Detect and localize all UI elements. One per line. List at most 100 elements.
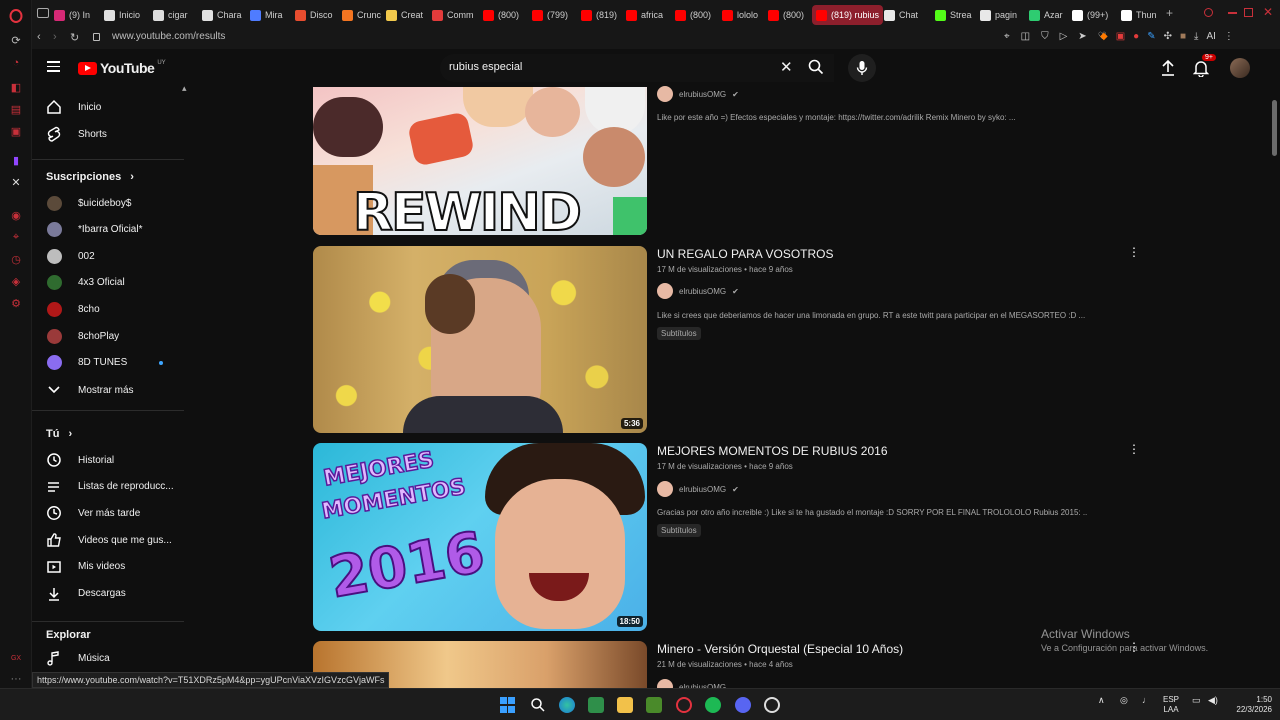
subscription-item[interactable]: 8choPlay xyxy=(46,325,186,347)
video-thumbnail[interactable]: MEJORES MOMENTOS 2016 18:50 xyxy=(313,443,647,631)
search-query[interactable]: rubius especial xyxy=(449,61,522,73)
edge-icon[interactable] xyxy=(559,697,575,713)
video-thumbnail[interactable]: 5:36 xyxy=(313,246,647,433)
spotify-icon[interactable] xyxy=(705,697,721,713)
ai-icon[interactable]: AI xyxy=(1206,31,1215,42)
gx-control-icon[interactable]: ◧ xyxy=(8,79,24,95)
steam-icon[interactable] xyxy=(764,697,780,713)
file-explorer-icon[interactable] xyxy=(617,697,633,713)
video-title[interactable]: Minero - Versión Orquestal (Especial 10 … xyxy=(657,642,903,656)
browser-tab[interactable]: Crunc xyxy=(342,5,381,25)
scroll-up-icon[interactable]: ▴ xyxy=(182,83,187,94)
browser-tab[interactable]: lololo xyxy=(722,5,758,25)
browser-tab[interactable]: (800) xyxy=(483,5,519,25)
search-taskbar-icon[interactable] xyxy=(530,697,546,713)
sidebar-item[interactable]: Descargas xyxy=(46,583,186,605)
close-window-icon[interactable]: ✕ xyxy=(1263,5,1273,19)
minecraft-icon[interactable] xyxy=(646,697,662,713)
volume-icon[interactable]: ◀) xyxy=(1208,695,1218,705)
browser-tab[interactable]: (9) In xyxy=(54,5,90,25)
clock-icon[interactable]: ◷ xyxy=(8,251,24,267)
browser-tab[interactable]: Azar xyxy=(1029,5,1063,25)
clear-search-icon[interactable]: ✕ xyxy=(780,58,793,76)
sidebar-item[interactable]: Ver más tarde xyxy=(46,502,186,524)
x-icon[interactable]: ✕ xyxy=(8,174,24,190)
more-icon[interactable]: ··· xyxy=(8,671,24,687)
channel-link[interactable]: elrubiusOMG ✔ xyxy=(657,86,739,102)
tv-icon[interactable]: ▣ xyxy=(8,123,24,139)
channel-link[interactable]: elrubiusOMG ✔ xyxy=(657,283,739,299)
extension-block-icon[interactable]: ● xyxy=(1133,31,1139,42)
opera-gx-taskbar-icon[interactable] xyxy=(676,697,692,713)
twitch-icon[interactable]: ▮ xyxy=(8,152,24,168)
settings-icon[interactable]: ⚙ xyxy=(8,295,24,311)
profile-avatar-icon[interactable]: ■ xyxy=(1180,31,1186,42)
subscription-item[interactable]: 8cho xyxy=(46,298,186,320)
search-tabs-icon[interactable] xyxy=(1204,8,1213,17)
extension-puzzle-icon[interactable]: ✣ xyxy=(1164,31,1172,42)
notifications-icon[interactable]: 9+ xyxy=(1192,54,1216,82)
browser-tab[interactable]: cigar xyxy=(153,5,188,25)
language-indicator[interactable]: ESP LAA xyxy=(1163,695,1179,715)
browser-tab[interactable]: Disco xyxy=(295,5,333,25)
account-avatar[interactable] xyxy=(1230,58,1250,78)
menu-icon[interactable]: ⋮ xyxy=(1224,31,1234,42)
sidebar-item[interactable]: Mis videos xyxy=(46,556,186,578)
browser-tab[interactable]: pagin xyxy=(980,5,1017,25)
subscription-item[interactable]: $uicideboy$ xyxy=(46,192,186,214)
channel-link[interactable]: elrubiusOMG ✔ xyxy=(657,481,739,497)
page-scrollbar[interactable] xyxy=(1272,100,1277,156)
clock[interactable]: 1:50 22/3/2026 xyxy=(1226,695,1272,715)
browser-tab[interactable]: (799) xyxy=(532,5,568,25)
speed-dial-icon[interactable]: ◔ xyxy=(8,55,24,71)
shield-icon[interactable]: ⛉ xyxy=(1041,31,1049,42)
upload-icon[interactable] xyxy=(1160,59,1176,82)
subscription-item[interactable]: 8D TUNES xyxy=(46,352,186,374)
subscription-item[interactable]: *Ibarra Oficial* xyxy=(46,219,186,241)
browser-tab[interactable]: Chat xyxy=(884,5,918,25)
browser-tab[interactable]: Comm xyxy=(432,5,474,25)
pin-icon[interactable]: ⌖ xyxy=(8,229,24,245)
sidebar-item[interactable]: Shorts xyxy=(46,123,186,145)
subscription-item[interactable]: 002 xyxy=(46,245,186,267)
player-icon[interactable]: ◉ xyxy=(8,207,24,223)
download-browser-icon[interactable]: ⤓ xyxy=(1194,31,1198,42)
opera-logo-icon[interactable] xyxy=(8,8,24,24)
workspaces-icon[interactable] xyxy=(37,8,49,18)
browser-tab[interactable]: Thun xyxy=(1121,5,1157,25)
reload-page-icon[interactable]: ↻ xyxy=(70,31,79,44)
sidebar-item[interactable]: Listas de reproducc... xyxy=(46,476,186,498)
sidebar-item[interactable]: Música xyxy=(46,647,186,669)
browser-tab[interactable]: Chara xyxy=(202,5,242,25)
browser-tab[interactable]: Inicio xyxy=(104,5,140,25)
reload-icon[interactable]: ⟳ xyxy=(8,32,24,48)
cube-icon[interactable]: ◈ xyxy=(8,273,24,289)
browser-tab[interactable]: (819) rubius xyxy=(812,5,884,25)
sidebar-item[interactable]: Videos que me gus... xyxy=(46,529,186,551)
tray-app-icon[interactable]: ◎ xyxy=(1120,695,1128,705)
extension-mail-icon[interactable]: ▣ xyxy=(1116,31,1125,42)
browser-tab[interactable]: Strea xyxy=(935,5,972,25)
browser-tab[interactable]: (800) xyxy=(675,5,711,25)
you-heading[interactable]: Tú › xyxy=(46,428,72,440)
search-input[interactable]: rubius especial ✕ xyxy=(440,54,834,82)
send-icon[interactable]: ➤ xyxy=(1078,31,1086,42)
more-actions-icon[interactable]: ⋮ xyxy=(1128,442,1140,456)
browser-tab[interactable]: (800) xyxy=(768,5,804,25)
browser-tab[interactable]: africa xyxy=(626,5,663,25)
back-icon[interactable]: ‹ xyxy=(37,31,41,43)
show-more-button[interactable]: Mostrar más xyxy=(46,379,186,401)
extension-fire-icon[interactable]: ◆ xyxy=(1100,31,1108,42)
network-icon[interactable]: ▭ xyxy=(1192,695,1201,705)
minimize-icon[interactable] xyxy=(1228,12,1237,14)
play-icon[interactable]: ▷ xyxy=(1060,31,1068,42)
subscriptions-heading[interactable]: Suscripciones › xyxy=(46,171,134,183)
tray-expand-icon[interactable]: ∧ xyxy=(1098,695,1105,705)
start-icon[interactable] xyxy=(500,697,516,713)
gx-icon[interactable]: GX xyxy=(8,650,24,666)
search-icon[interactable] xyxy=(808,59,826,77)
chat-icon[interactable]: ▤ xyxy=(8,101,24,117)
pin-page-icon[interactable]: ⌖ xyxy=(1004,31,1010,42)
browser-tab[interactable]: Creat xyxy=(386,5,423,25)
url-text[interactable]: www.youtube.com/results xyxy=(112,31,225,42)
